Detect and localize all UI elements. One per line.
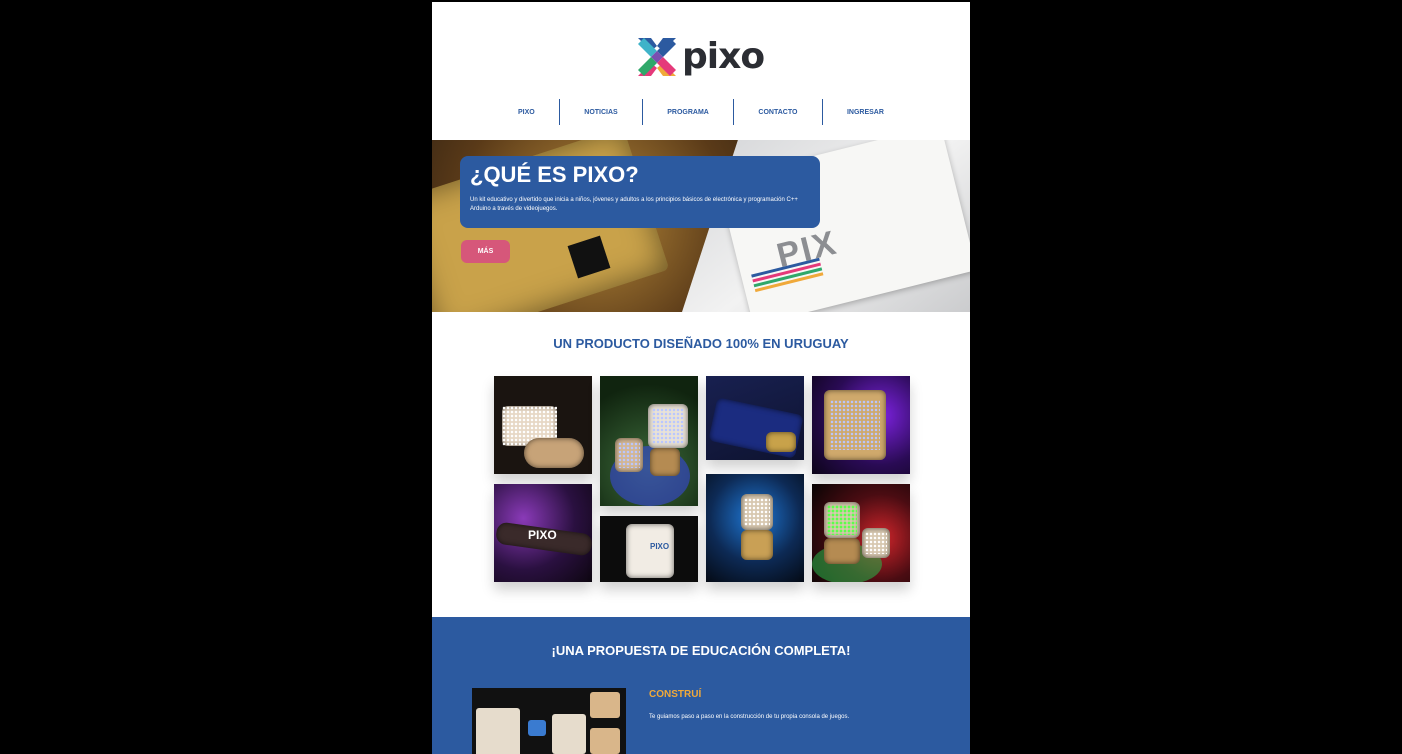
photo-kit-parts[interactable] — [494, 376, 592, 474]
nav-divider — [733, 99, 735, 125]
pixo-word: PIXO — [528, 528, 557, 542]
photo-console-green-red[interactable] — [812, 484, 910, 582]
hero-banner: PIX ¿QUÉ ES PIXO? Un kit educativo y div… — [432, 140, 970, 312]
nav-item-programa[interactable]: PROGRAMA — [653, 109, 723, 116]
page: pixo PIXO NOTICIAS PROGRAMA CONTACTO ING… — [432, 2, 970, 754]
photo-pixo-purple[interactable]: PIXO — [494, 484, 592, 582]
hero-description: Un kit educativo y divertido que inicia … — [470, 197, 798, 212]
nav-divider — [559, 99, 560, 125]
pixo-x-logo-icon — [638, 38, 676, 76]
education-text: Te guiamos paso a paso en la construcció… — [649, 714, 850, 720]
more-button[interactable]: MÁS — [461, 240, 510, 263]
brand-name: pixo — [682, 36, 765, 77]
nav-item-ingresar[interactable]: INGRESAR — [833, 109, 898, 116]
photo-console-purple[interactable] — [812, 376, 910, 474]
nav-item-contacto[interactable]: CONTACTO — [744, 109, 811, 116]
nav-item-noticias[interactable]: NOTICIAS — [570, 109, 631, 116]
hero-card: ¿QUÉ ES PIXO? Un kit educativo y diverti… — [460, 156, 820, 228]
manual-word: PIX — [773, 223, 842, 276]
education-subtitle: CONSTRUÍ — [649, 689, 702, 700]
construct-image — [472, 688, 626, 754]
hero-title: ¿QUÉ ES PIXO? — [470, 162, 639, 187]
photo-box[interactable]: PIXO — [600, 516, 698, 582]
brand-logo[interactable]: pixo — [638, 36, 768, 78]
photo-console-blue[interactable] — [706, 474, 804, 582]
photo-board-blue[interactable] — [706, 376, 804, 460]
education-section: ¡UNA PROPUESTA DE EDUCACIÓN COMPLETA! CO… — [432, 617, 970, 754]
nav-divider — [641, 99, 643, 125]
main-nav: PIXO NOTICIAS PROGRAMA CONTACTO INGRESAR — [504, 98, 898, 126]
product-section-title: UN PRODUCTO DISEÑADO 100% EN URUGUAY — [553, 336, 849, 351]
nav-divider — [821, 99, 823, 125]
education-title: ¡UNA PROPUESTA DE EDUCACIÓN COMPLETA! — [551, 643, 851, 658]
box-label: PIXO — [650, 542, 670, 551]
nav-item-pixo[interactable]: PIXO — [504, 109, 549, 116]
photo-led-matrix-green[interactable] — [600, 376, 698, 506]
